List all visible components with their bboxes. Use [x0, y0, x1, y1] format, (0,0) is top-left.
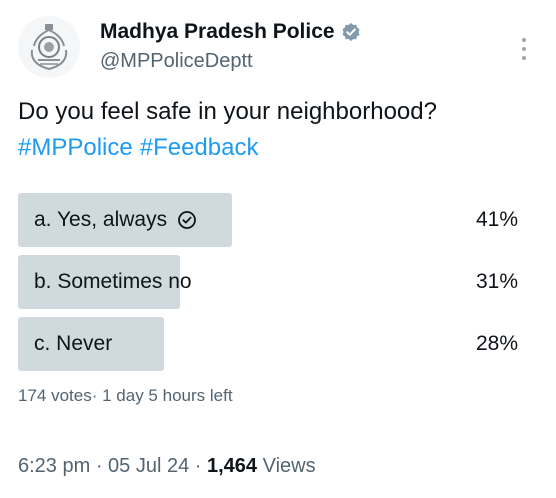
- more-dot: [522, 38, 526, 42]
- account-handle[interactable]: @MPPoliceDeptt: [100, 50, 253, 73]
- footer-separator: ·: [95, 455, 109, 477]
- poll-option-a[interactable]: a. Yes, always 41%: [18, 193, 518, 247]
- poll-option-label: b. Sometimes no: [34, 270, 192, 293]
- tweet-header: Madhya Pradesh Police @MPPoliceDeptt: [18, 16, 538, 80]
- poll: a. Yes, always 41% b. Sometimes no 31% c…: [18, 193, 518, 379]
- verified-badge-icon: [341, 23, 360, 41]
- poll-option-label-row: b. Sometimes no: [34, 255, 192, 309]
- police-emblem-icon: [19, 17, 79, 77]
- meta-separator: ·: [91, 386, 103, 405]
- poll-option-label-row: a. Yes, always: [34, 193, 197, 247]
- hashtag-feedback[interactable]: #Feedback: [140, 134, 259, 161]
- poll-option-percent: 41%: [475, 208, 518, 231]
- more-dot: [522, 56, 526, 60]
- more-vertical-icon[interactable]: [514, 34, 534, 64]
- views-count[interactable]: 1,464: [207, 455, 257, 477]
- display-name[interactable]: Madhya Pradesh Police: [100, 20, 335, 44]
- check-circle-icon: [178, 211, 196, 229]
- views-label: Views: [262, 455, 316, 477]
- poll-option-b[interactable]: b. Sometimes no 31%: [18, 255, 518, 309]
- poll-votes: 174 votes: [18, 386, 92, 405]
- poll-option-label-row: c. Never: [34, 317, 112, 371]
- hashtag-mppolice[interactable]: #MPPolice: [18, 134, 133, 161]
- tweet-footer: 6:23 pm · 05 Jul 24 · 1,464 Views: [18, 455, 316, 478]
- tweet-text: Do you feel safe in your neighborhood? #…: [18, 94, 538, 166]
- more-dot: [522, 47, 526, 51]
- poll-option-percent: 28%: [475, 332, 518, 355]
- poll-option-percent: 31%: [475, 270, 518, 293]
- tweet-time[interactable]: 6:23 pm: [18, 455, 90, 477]
- poll-option-label: a. Yes, always: [34, 208, 168, 231]
- name-row: Madhya Pradesh Police: [100, 20, 361, 44]
- avatar[interactable]: [18, 16, 80, 78]
- tweet-date[interactable]: 05 Jul 24: [108, 455, 189, 477]
- footer-separator: ·: [194, 455, 207, 477]
- poll-option-label: c. Never: [34, 332, 113, 355]
- poll-option-c[interactable]: c. Never 28%: [18, 317, 518, 371]
- hashtags: #MPPolice #Feedback: [18, 130, 538, 166]
- poll-meta: 174 votes· 1 day 5 hours left: [18, 386, 233, 406]
- poll-question: Do you feel safe in your neighborhood?: [18, 98, 437, 125]
- poll-time-left: 1 day 5 hours left: [102, 386, 233, 405]
